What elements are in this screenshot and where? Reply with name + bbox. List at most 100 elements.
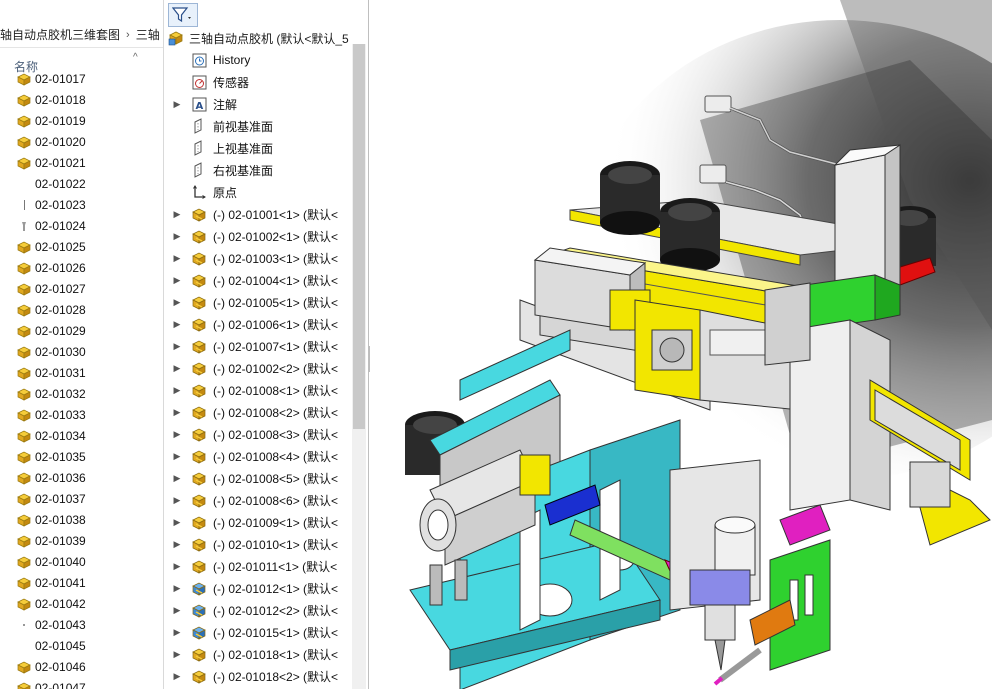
tree-item[interactable]: ▶ (-) 02-01002<1> (默认<: [164, 225, 354, 247]
expand-arrow-icon[interactable]: ▶: [172, 99, 182, 110]
expand-arrow-icon[interactable]: ▶: [172, 605, 182, 616]
expand-arrow-icon[interactable]: ▶: [172, 341, 182, 352]
annotation-icon: A: [190, 95, 208, 113]
file-list-item[interactable]: 02-01035: [0, 446, 163, 467]
tree-item-label: (-) 02-01015<1> (默认<: [213, 625, 339, 640]
sort-ascending-icon: ^: [133, 52, 138, 63]
tree-item[interactable]: ▶ (-) 02-01008<3> (默认<: [164, 423, 354, 445]
tree-item[interactable]: 右视基准面: [164, 159, 354, 181]
breadcrumb-folder[interactable]: 轴自动点胶机三维套图: [0, 26, 120, 43]
tree-item[interactable]: ▶ (-) 02-01008<6> (默认<: [164, 489, 354, 511]
file-list-item[interactable]: 02-01036: [0, 467, 163, 488]
tree-item[interactable]: 前视基准面: [164, 115, 354, 137]
tree-item[interactable]: ▶ (-) 02-01008<2> (默认<: [164, 401, 354, 423]
tree-item[interactable]: ▶ (-) 02-01008<5> (默认<: [164, 467, 354, 489]
tree-item[interactable]: ▶ (-) 02-01001<1> (默认<: [164, 203, 354, 225]
3d-graphics-area[interactable]: [370, 0, 992, 689]
file-list-item[interactable]: 02-01032: [0, 383, 163, 404]
file-list-item[interactable]: 02-01018: [0, 89, 163, 110]
tree-item-label: (-) 02-01018<2> (默认<: [213, 669, 339, 684]
file-list-item[interactable]: 02-01021: [0, 152, 163, 173]
tree-item[interactable]: ▶ (-) 02-01008<1> (默认<: [164, 379, 354, 401]
expand-arrow-icon[interactable]: ▶: [172, 363, 182, 374]
tree-item[interactable]: ▶ (-) 02-01005<1> (默认<: [164, 291, 354, 313]
file-list-item[interactable]: 02-01027: [0, 278, 163, 299]
file-list-item[interactable]: 02-01045: [0, 635, 163, 656]
file-list-item[interactable]: 02-01034: [0, 425, 163, 446]
file-list-item[interactable]: 02-01030: [0, 341, 163, 362]
expand-arrow-icon[interactable]: ▶: [172, 561, 182, 572]
tree-item[interactable]: 上视基准面: [164, 137, 354, 159]
expand-arrow-icon[interactable]: ▶: [172, 231, 182, 242]
breadcrumb-subfolder[interactable]: 三轴: [136, 26, 160, 43]
file-list-item[interactable]: 02-01041: [0, 572, 163, 593]
tree-item[interactable]: ▶ (-) 02-01012<2> (默认<: [164, 599, 354, 621]
expand-arrow-icon[interactable]: ▶: [172, 473, 182, 484]
filter-button[interactable]: [168, 3, 198, 27]
file-list-item[interactable]: 02-01023: [0, 194, 163, 215]
file-list-item[interactable]: 02-01028: [0, 299, 163, 320]
tree-item[interactable]: ▶ (-) 02-01010<1> (默认<: [164, 533, 354, 555]
expand-arrow-icon[interactable]: ▶: [172, 583, 182, 594]
tree-item[interactable]: ▶ (-) 02-01018<2> (默认<: [164, 665, 354, 687]
tree-item-label: 前视基准面: [213, 119, 274, 134]
expand-arrow-icon[interactable]: ▶: [172, 297, 182, 308]
tree-item[interactable]: 传感器: [164, 71, 354, 93]
tree-item[interactable]: ▶ A 注解: [164, 93, 354, 115]
file-list-item[interactable]: 02-01033: [0, 404, 163, 425]
file-list-item[interactable]: 02-01038: [0, 509, 163, 530]
assembly-icon: [16, 240, 32, 254]
file-list-item[interactable]: 02-01022: [0, 173, 163, 194]
chevron-right-icon: ›: [126, 28, 130, 41]
tree-item[interactable]: ▶ (-) 02-01008<4> (默认<: [164, 445, 354, 467]
expand-arrow-icon[interactable]: ▶: [172, 649, 182, 660]
expand-arrow-icon[interactable]: ▶: [172, 495, 182, 506]
assembly-icon: [16, 324, 32, 338]
tree-item[interactable]: ▶ (-) 02-01002<2> (默认<: [164, 357, 354, 379]
expand-arrow-icon[interactable]: ▶: [172, 671, 182, 682]
file-list-item[interactable]: 02-01046: [0, 656, 163, 677]
file-list-item[interactable]: 02-01039: [0, 530, 163, 551]
expand-arrow-icon[interactable]: ▶: [172, 319, 182, 330]
expand-arrow-icon[interactable]: ▶: [172, 407, 182, 418]
assembly-icon: [16, 261, 32, 275]
file-list-item[interactable]: 02-01026: [0, 257, 163, 278]
tree-item[interactable]: ▶ (-) 02-01006<1> (默认<: [164, 313, 354, 335]
expand-arrow-icon[interactable]: ▶: [172, 451, 182, 462]
tree-item[interactable]: ▶ (-) 02-01004<1> (默认<: [164, 269, 354, 291]
tree-item[interactable]: ▶ (-) 02-01007<1> (默认<: [164, 335, 354, 357]
tree-item[interactable]: ▶ (-) 02-01003<1> (默认<: [164, 247, 354, 269]
file-list-item[interactable]: 02-01037: [0, 488, 163, 509]
file-list-item[interactable]: 02-01042: [0, 593, 163, 614]
expand-arrow-icon[interactable]: ▶: [172, 275, 182, 286]
expand-arrow-icon[interactable]: ▶: [172, 517, 182, 528]
tree-item[interactable]: ▶ (-) 02-01015<1> (默认<: [164, 621, 354, 643]
file-list-item[interactable]: 02-01043: [0, 614, 163, 635]
file-list-item[interactable]: 02-01031: [0, 362, 163, 383]
tree-item[interactable]: ▶ (-) 02-01018<1> (默认<: [164, 643, 354, 665]
assembly-icon: [16, 576, 32, 590]
expand-arrow-icon[interactable]: ▶: [172, 429, 182, 440]
expand-arrow-icon[interactable]: ▶: [172, 209, 182, 220]
file-list-item[interactable]: 02-01047: [0, 677, 163, 689]
tree-item[interactable]: History: [164, 49, 354, 71]
file-list-item[interactable]: 02-01024: [0, 215, 163, 236]
file-list-item[interactable]: 02-01029: [0, 320, 163, 341]
tree-item[interactable]: 原点: [164, 181, 354, 203]
file-list-item[interactable]: 02-01017: [0, 68, 163, 89]
file-list-item[interactable]: 02-01020: [0, 131, 163, 152]
tree-item[interactable]: ▶ (-) 02-01012<1> (默认<: [164, 577, 354, 599]
tree-root-assembly[interactable]: 三轴自动点胶机 (默认<默认_5: [164, 28, 368, 48]
expand-arrow-icon[interactable]: ▶: [172, 385, 182, 396]
file-list-item[interactable]: 02-01040: [0, 551, 163, 572]
file-list-item[interactable]: 02-01019: [0, 110, 163, 131]
tree-item[interactable]: ▶ (-) 02-01011<1> (默认<: [164, 555, 354, 577]
expand-arrow-icon[interactable]: ▶: [172, 253, 182, 264]
origin-icon: [190, 183, 208, 201]
file-list-item[interactable]: 02-01025: [0, 236, 163, 257]
subassembly-icon: [190, 359, 208, 377]
tree-item[interactable]: ▶ (-) 02-01009<1> (默认<: [164, 511, 354, 533]
expand-arrow-icon[interactable]: ▶: [172, 539, 182, 550]
expand-arrow-icon[interactable]: ▶: [172, 627, 182, 638]
tree-scrollbar-thumb[interactable]: [353, 44, 365, 429]
